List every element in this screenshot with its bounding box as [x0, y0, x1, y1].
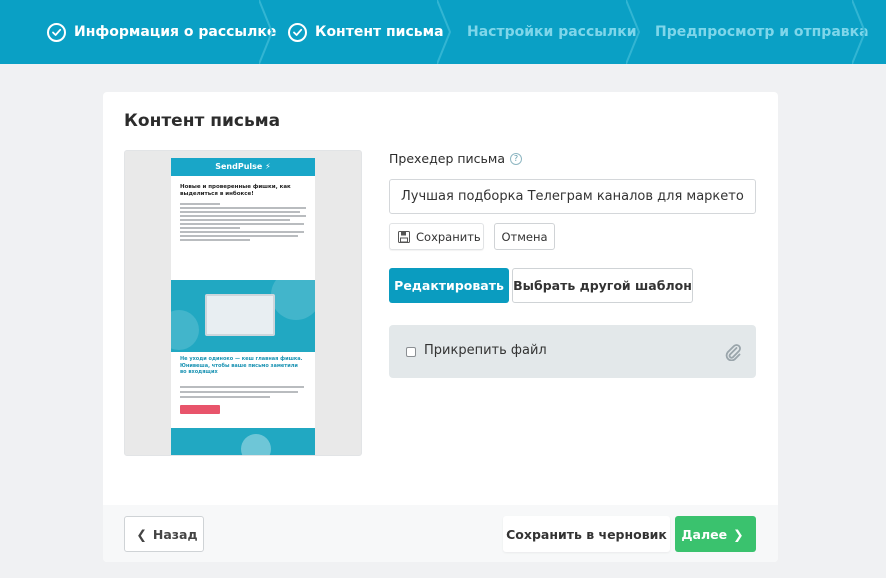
check-circle-icon — [47, 22, 66, 42]
chevron-left-icon: ❮ — [136, 526, 147, 542]
step-campaign-settings[interactable]: Настройки рассылки — [467, 0, 637, 64]
save-preheader-label: Сохранить — [416, 229, 481, 244]
paperclip-icon[interactable] — [724, 343, 742, 361]
email-hero-image — [171, 280, 315, 352]
step-label: Настройки рассылки — [467, 24, 637, 40]
step-separator — [626, 0, 640, 64]
step-email-content[interactable]: Контент письма — [288, 0, 444, 64]
email-headline: Новые и проверенные фишки, как выделитьс… — [180, 184, 291, 197]
email-second-image — [171, 428, 315, 455]
back-button[interactable]: ❮ Назад — [124, 516, 204, 552]
cancel-preheader-button[interactable]: Отмена — [494, 223, 555, 250]
next-button[interactable]: Далее ❯ — [675, 516, 756, 552]
choose-template-button[interactable]: Выбрать другой шаблон — [512, 268, 693, 303]
email-thumbnail: SendPulse ⚡ Новые и проверенные фишки, к… — [171, 158, 315, 455]
chevron-right-icon: ❯ — [733, 526, 744, 542]
email-subhead: Не уходи одиноко — кеш главная фишка. Юн… — [180, 356, 303, 375]
preheader-input[interactable] — [389, 179, 756, 214]
attachment-panel: Прикрепить файл — [389, 325, 756, 378]
attach-file-label[interactable]: Прикрепить файл — [424, 343, 547, 358]
preheader-label-text: Прехедер письма — [389, 151, 505, 166]
attach-file-checkbox[interactable] — [406, 347, 416, 357]
save-draft-button[interactable]: Сохранить в черновик — [503, 516, 670, 552]
step-campaign-info[interactable]: Информация о рассылке — [47, 0, 276, 64]
step-label: Предпросмотр и отправка — [655, 24, 869, 40]
back-label: Назад — [152, 526, 198, 542]
step-label: Контент письма — [315, 24, 444, 40]
email-brand-header: SendPulse ⚡ — [171, 158, 315, 176]
step-separator — [852, 0, 866, 64]
content-card: Контент письма SendPulse ⚡ Новые и прове… — [103, 92, 778, 562]
preheader-label: Прехедер письма ? — [389, 151, 522, 166]
email-cta — [180, 405, 220, 414]
floppy-disk-icon — [398, 230, 410, 243]
email-brand: SendPulse — [215, 162, 263, 171]
next-label: Далее — [681, 526, 728, 542]
question-circle-icon[interactable]: ? — [509, 152, 522, 165]
step-separator — [437, 0, 451, 64]
wizard-stepper: Информация о рассылке Контент письма Нас… — [0, 0, 886, 64]
check-circle-icon — [288, 22, 307, 42]
email-preview[interactable]: SendPulse ⚡ Новые и проверенные фишки, к… — [124, 150, 362, 456]
save-preheader-button[interactable]: Сохранить — [389, 223, 484, 250]
step-preview-send[interactable]: Предпросмотр и отправка — [655, 0, 869, 64]
step-separator — [259, 0, 273, 64]
page-title: Контент письма — [124, 111, 281, 131]
card-footer: ❮ Назад Сохранить в черновик Далее ❯ — [103, 505, 778, 562]
step-label: Информация о рассылке — [74, 24, 277, 40]
edit-button[interactable]: Редактировать — [389, 268, 509, 303]
